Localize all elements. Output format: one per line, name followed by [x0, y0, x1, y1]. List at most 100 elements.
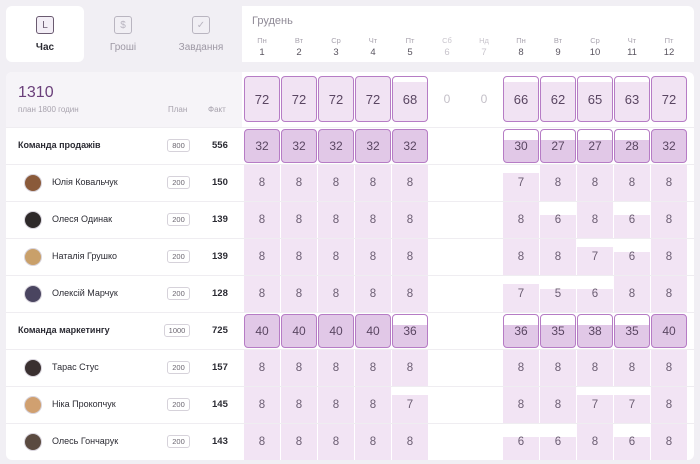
team-day-cell[interactable]: 32: [318, 129, 354, 163]
hours-cell[interactable]: 8: [281, 276, 317, 312]
person-name[interactable]: Наталія Грушко: [52, 251, 117, 261]
daily-total-cell[interactable]: 72: [318, 76, 354, 122]
hours-cell[interactable]: 8: [244, 165, 280, 201]
hours-cell[interactable]: 6: [503, 424, 539, 460]
person-name[interactable]: Олексій Марчук: [52, 288, 118, 298]
person-name[interactable]: Олеся Одинак: [52, 214, 112, 224]
hours-cell[interactable]: 8: [392, 239, 428, 275]
daily-total-cell[interactable]: 68: [392, 76, 428, 122]
team-day-cell[interactable]: 40: [281, 314, 317, 348]
day-header[interactable]: Вт 2: [281, 36, 317, 58]
tab-clock[interactable]: L Час: [6, 6, 84, 62]
day-header[interactable]: Пн 1: [244, 36, 280, 58]
hours-cell[interactable]: 8: [577, 165, 613, 201]
hours-cell[interactable]: 8: [392, 276, 428, 312]
hours-cell[interactable]: 8: [651, 239, 687, 275]
hours-cell[interactable]: 8: [355, 350, 391, 386]
hours-cell[interactable]: 8: [540, 387, 576, 423]
hours-cell[interactable]: 5: [540, 276, 576, 312]
hours-cell[interactable]: 6: [614, 202, 650, 238]
daily-total-cell[interactable]: 65: [577, 76, 613, 122]
hours-cell[interactable]: 8: [651, 202, 687, 238]
hours-cell[interactable]: 8: [244, 239, 280, 275]
hours-cell[interactable]: 8: [318, 276, 354, 312]
hours-cell[interactable]: 8: [318, 202, 354, 238]
day-header[interactable]: Пт 5: [392, 36, 428, 58]
hours-cell[interactable]: 6: [577, 276, 613, 312]
hours-cell[interactable]: 8: [318, 239, 354, 275]
hours-cell[interactable]: 8: [503, 239, 539, 275]
hours-cell[interactable]: 8: [281, 202, 317, 238]
team-day-cell[interactable]: 38: [577, 314, 613, 348]
hours-cell[interactable]: 8: [244, 424, 280, 460]
team-day-cell[interactable]: 32: [244, 129, 280, 163]
day-header[interactable]: Нд 7: [466, 36, 502, 58]
day-header[interactable]: Чт 11: [614, 36, 650, 58]
hours-cell[interactable]: 8: [540, 350, 576, 386]
hours-cell[interactable]: 8: [577, 424, 613, 460]
person-name[interactable]: Ніка Прокопчук: [52, 399, 116, 409]
team-day-cell[interactable]: 32: [281, 129, 317, 163]
hours-cell[interactable]: 7: [503, 165, 539, 201]
hours-cell[interactable]: 8: [651, 165, 687, 201]
hours-cell[interactable]: 8: [503, 202, 539, 238]
daily-total-cell[interactable]: 72: [244, 76, 280, 122]
hours-cell[interactable]: 8: [355, 239, 391, 275]
team-day-cell[interactable]: 36: [392, 314, 428, 348]
team-day-cell[interactable]: 28: [614, 129, 650, 163]
person-name[interactable]: Олесь Гончарук: [52, 436, 118, 446]
daily-total-cell[interactable]: 63: [614, 76, 650, 122]
hours-cell[interactable]: 6: [540, 424, 576, 460]
hours-cell[interactable]: 7: [614, 387, 650, 423]
hours-cell[interactable]: 8: [614, 350, 650, 386]
daily-total-cell[interactable]: 72: [281, 76, 317, 122]
hours-cell[interactable]: 8: [355, 387, 391, 423]
hours-cell[interactable]: 7: [503, 276, 539, 312]
day-header[interactable]: Пт 12: [651, 36, 687, 58]
hours-cell[interactable]: 8: [281, 350, 317, 386]
hours-cell[interactable]: 8: [392, 202, 428, 238]
hours-cell[interactable]: 8: [244, 350, 280, 386]
hours-cell[interactable]: 8: [651, 350, 687, 386]
hours-cell[interactable]: 8: [503, 387, 539, 423]
hours-cell[interactable]: 8: [318, 350, 354, 386]
person-name[interactable]: Юлія Ковальчук: [52, 177, 118, 187]
hours-cell[interactable]: 8: [392, 165, 428, 201]
hours-cell[interactable]: 8: [355, 202, 391, 238]
team-day-cell[interactable]: 30: [503, 129, 539, 163]
team-day-cell[interactable]: 40: [355, 314, 391, 348]
tab-money[interactable]: $ Гроші: [84, 6, 162, 62]
hours-cell[interactable]: 8: [318, 424, 354, 460]
hours-cell[interactable]: 8: [281, 239, 317, 275]
team-day-cell[interactable]: 27: [540, 129, 576, 163]
day-header[interactable]: Ср 3: [318, 36, 354, 58]
team-day-cell[interactable]: 32: [392, 129, 428, 163]
day-header[interactable]: Ср 10: [577, 36, 613, 58]
daily-total-cell[interactable]: 72: [651, 76, 687, 122]
hours-cell[interactable]: 8: [244, 387, 280, 423]
daily-total-cell[interactable]: 72: [355, 76, 391, 122]
hours-cell[interactable]: 8: [577, 350, 613, 386]
team-day-cell[interactable]: 27: [577, 129, 613, 163]
team-day-cell[interactable]: 40: [244, 314, 280, 348]
hours-cell[interactable]: 8: [244, 202, 280, 238]
hours-cell[interactable]: 8: [540, 239, 576, 275]
hours-cell[interactable]: 8: [614, 165, 650, 201]
hours-cell[interactable]: 7: [577, 387, 613, 423]
hours-cell[interactable]: 8: [281, 165, 317, 201]
day-header[interactable]: Вт 9: [540, 36, 576, 58]
day-header[interactable]: Сб 6: [429, 36, 465, 58]
day-header[interactable]: Пн 8: [503, 36, 539, 58]
team-day-cell[interactable]: 35: [540, 314, 576, 348]
hours-cell[interactable]: 6: [540, 202, 576, 238]
hours-cell[interactable]: 8: [651, 424, 687, 460]
hours-cell[interactable]: 8: [392, 424, 428, 460]
team-day-cell[interactable]: 36: [503, 314, 539, 348]
hours-cell[interactable]: 8: [244, 276, 280, 312]
team-day-cell[interactable]: 40: [318, 314, 354, 348]
daily-total-cell[interactable]: 0: [429, 76, 465, 122]
hours-cell[interactable]: 8: [651, 276, 687, 312]
hours-cell[interactable]: 8: [318, 387, 354, 423]
team-day-cell[interactable]: 40: [651, 314, 687, 348]
team-day-cell[interactable]: 35: [614, 314, 650, 348]
